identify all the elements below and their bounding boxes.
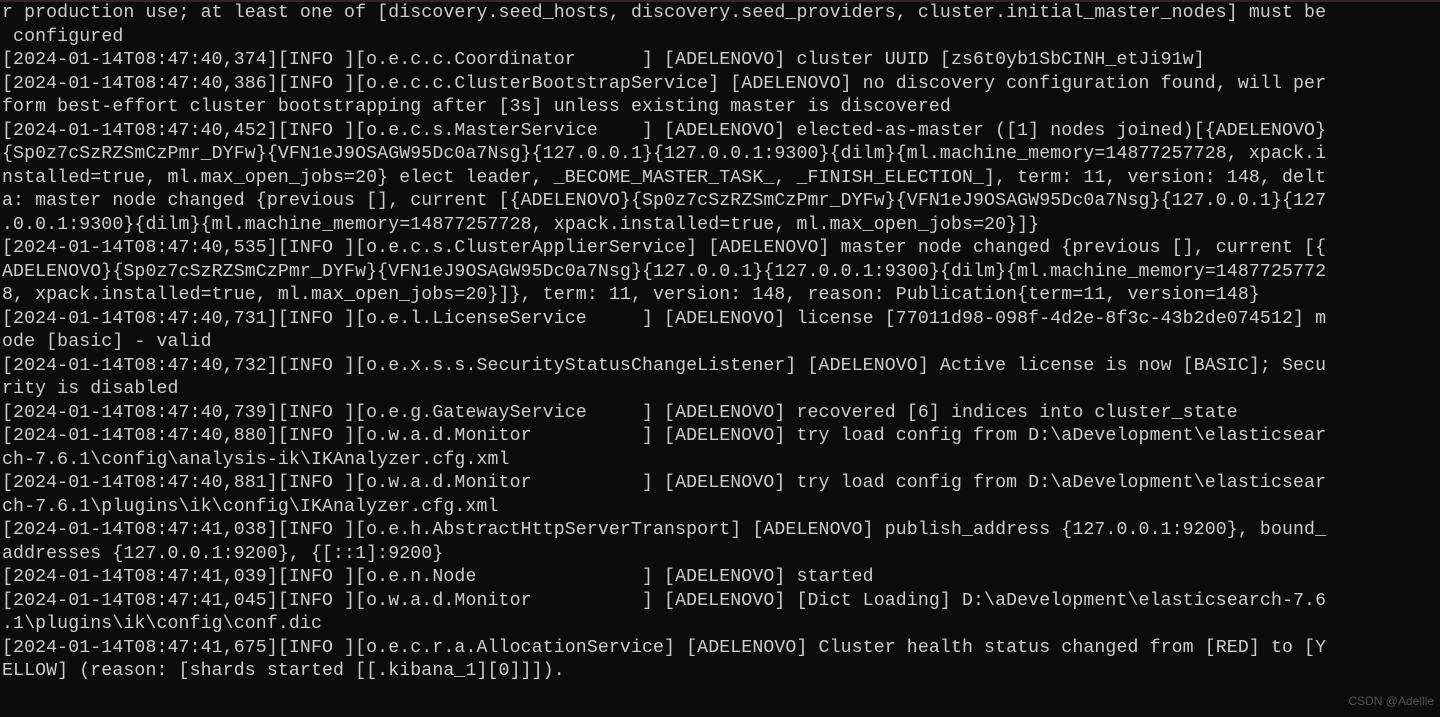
terminal-window[interactable]: r production use; at least one of [disco…: [0, 0, 1440, 717]
log-output: r production use; at least one of [disco…: [2, 2, 1440, 684]
watermark: CSDN @Adellle: [1348, 690, 1434, 714]
